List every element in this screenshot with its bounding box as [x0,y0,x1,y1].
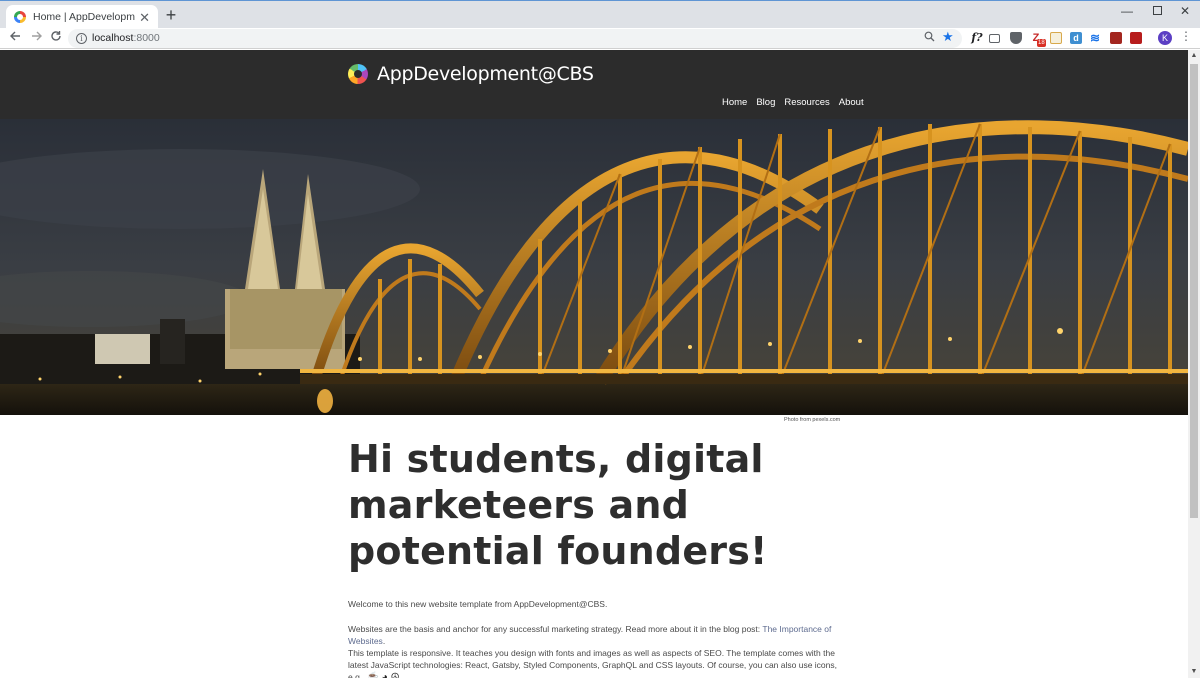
cast-icon[interactable] [989,34,1000,43]
page-viewport: AppDevelopment@CBS Home Blog Resources A… [0,50,1188,678]
template-paragraph: This template is responsive. It teaches … [348,647,848,678]
new-tab-button[interactable]: + [162,6,180,24]
pdf-extension-icon[interactable] [1130,32,1142,44]
zoom-icon[interactable] [924,31,935,45]
lines-extension-icon[interactable]: ≋ [1089,32,1101,44]
tab-title: Home | AppDevelopment@CBS [33,11,135,23]
browser-menu-icon[interactable]: ⋮ [1180,29,1192,43]
reload-icon[interactable] [47,29,65,47]
back-arrow-icon[interactable] [6,29,24,47]
inline-icons: ☕ ◕ ☮ [366,672,400,678]
window-minimize-button[interactable]: — [1112,1,1142,21]
scroll-up-arrow-icon[interactable]: ▲ [1188,50,1200,62]
nav-link-resources[interactable]: Resources [784,97,829,108]
aperture-logo-icon[interactable] [348,64,368,84]
notes-extension-icon[interactable] [1050,32,1062,44]
websites-paragraph: Websites are the basis and anchor for an… [348,624,832,646]
favicon-icon [14,11,26,23]
info-icon[interactable]: i [76,33,87,44]
forward-arrow-icon[interactable] [28,29,46,47]
maximize-icon [1152,6,1162,15]
url-text[interactable]: localhost:8000 [92,32,160,44]
site-header: AppDevelopment@CBS Home Blog Resources A… [0,50,1188,119]
d-extension-icon[interactable]: d [1070,32,1082,44]
browser-tab[interactable]: Home | AppDevelopment@CBS ✕ [6,5,158,29]
function-extension-icon[interactable]: f? [970,32,984,44]
page-headline: Hi students, digital marketeers and pote… [348,437,768,573]
extension-badge: 18 [1037,39,1046,47]
scrollbar-thumb[interactable] [1190,64,1198,518]
bookmark-star-icon[interactable]: ★ [942,29,954,45]
hero-image [0,119,1188,415]
browser-toolbar: i localhost:8000 ★ f? Z 18 d ≋ K ⋮ [0,28,1200,49]
main-content: Hi students, digital marketeers and pote… [348,436,848,678]
address-bar[interactable]: i localhost:8000 ★ [68,29,962,48]
browser-tab-strip: Home | AppDevelopment@CBS ✕ + — ✕ [0,0,1200,29]
nav-link-home[interactable]: Home [722,97,747,108]
profile-avatar[interactable]: K [1158,31,1172,45]
page-scrollbar[interactable]: ▲ ▼ [1188,50,1200,678]
nav-link-blog[interactable]: Blog [756,97,775,108]
window-close-button[interactable]: ✕ [1170,1,1200,21]
red-extension-icon[interactable] [1110,32,1122,44]
shield-extension-icon[interactable] [1010,32,1022,44]
intro-paragraph: Welcome to this new website template fro… [348,599,608,609]
tab-close-icon[interactable]: ✕ [139,11,150,24]
window-maximize-button[interactable] [1142,1,1172,21]
scroll-down-arrow-icon[interactable]: ▼ [1188,666,1200,678]
site-nav: Home Blog Resources About [722,97,864,108]
photo-credit: Photo from pexels.com [784,417,841,423]
nav-link-about[interactable]: About [839,97,864,108]
site-title[interactable]: AppDevelopment@CBS [377,63,594,85]
